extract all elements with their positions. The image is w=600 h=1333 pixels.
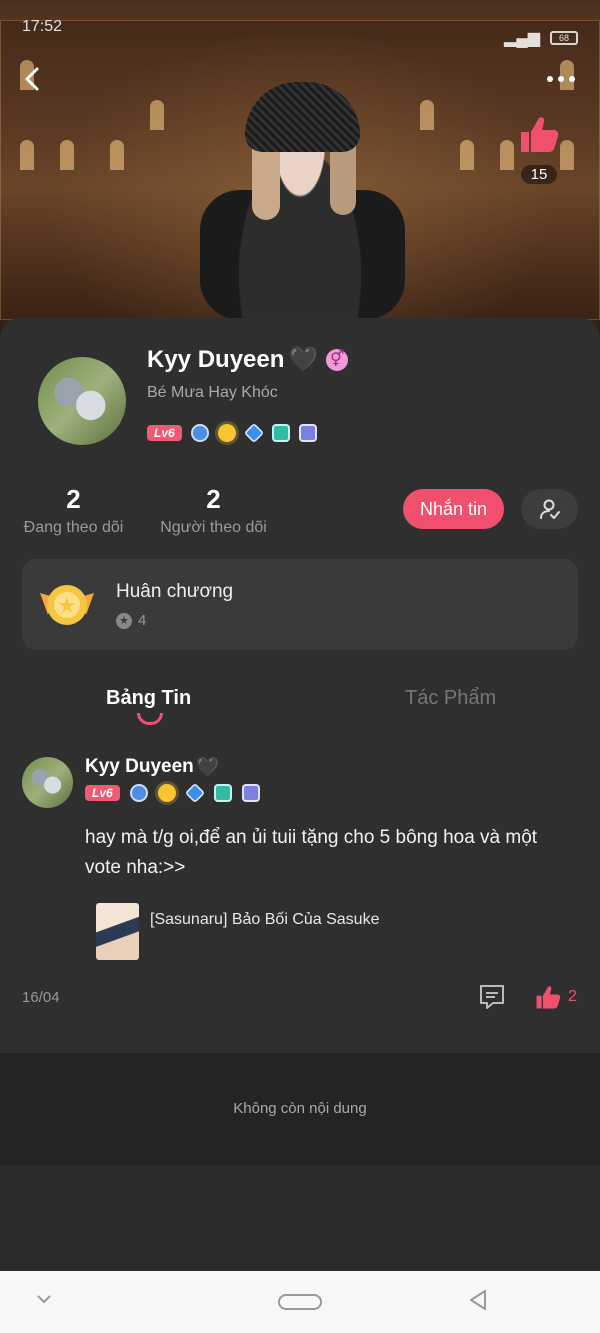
gender-icon: ⚥	[326, 348, 349, 371]
back-button[interactable]	[18, 64, 48, 94]
shield-purple-badge-icon	[241, 784, 260, 802]
chevron-left-icon	[25, 67, 39, 91]
user-follow-icon	[539, 499, 560, 519]
medal-icon	[40, 585, 94, 625]
message-button[interactable]: Nhắn tin	[403, 489, 504, 529]
followers-stat[interactable]: 2 Người theo dõi	[158, 484, 269, 537]
shield-blue-badge-icon	[184, 782, 205, 804]
more-dots-icon	[547, 76, 575, 82]
level-badge: Lv6	[147, 425, 182, 441]
profile-subtitle: Bé Mưa Hay Khóc	[147, 384, 278, 401]
signal-icon: ▂▄▆	[504, 30, 540, 47]
tab-works[interactable]: Tác Phẩm	[405, 687, 496, 710]
chevron-down-icon	[37, 1295, 51, 1304]
star-icon: ★	[116, 612, 132, 629]
status-time: 17:52	[22, 18, 63, 35]
following-count: 2	[66, 484, 81, 514]
post-like-count: 2	[568, 988, 577, 1005]
level-badge: Lv6	[85, 785, 120, 801]
post-author-badges: Lv6	[85, 782, 260, 804]
post-text: hay mà t/g oi,để an ủi tuii tặng cho 5 b…	[85, 827, 538, 878]
nav-back-button[interactable]	[468, 1289, 488, 1317]
shield-teal-badge-icon	[271, 424, 290, 442]
followers-label: Người theo dõi	[160, 519, 267, 536]
profile-name: Kyy Duyeen 🖤 ⚥	[147, 345, 349, 374]
avatar[interactable]	[38, 357, 126, 445]
post-date: 16/04	[22, 989, 60, 1006]
water-badge-icon	[190, 424, 209, 442]
status-bar: 17:52 ▂▄▆ 68	[0, 0, 600, 58]
book-cover-image[interactable]	[96, 903, 139, 960]
post-author-text: Kyy Duyeen	[85, 756, 194, 777]
profile-name-text: Kyy Duyeen	[147, 345, 285, 373]
black-heart-icon: 🖤	[288, 346, 319, 373]
comment-icon[interactable]	[478, 983, 506, 1011]
black-heart-icon: 🖤	[195, 757, 220, 778]
more-options-button[interactable]	[544, 64, 578, 94]
post-author-name[interactable]: Kyy Duyeen 🖤	[85, 755, 219, 779]
nav-collapse-button[interactable]	[36, 1291, 52, 1309]
medal-count-value: 4	[138, 612, 147, 629]
following-label: Đang theo dõi	[23, 519, 124, 536]
book-title-link[interactable]: [Sasunaru] Bảo Bối Của Sasuke	[150, 911, 379, 929]
nav-home-button[interactable]	[278, 1294, 322, 1310]
sun-badge-icon	[157, 784, 176, 802]
battery-icon: 68	[550, 31, 578, 45]
shield-purple-badge-icon	[298, 424, 317, 442]
tab-news-feed[interactable]: Bảng Tin	[106, 687, 191, 710]
profile-like-count: 15	[520, 165, 558, 184]
shield-blue-badge-icon	[243, 422, 264, 444]
profile-badges: Lv6	[147, 422, 317, 444]
post-like-button[interactable]: 2	[534, 983, 577, 1011]
end-of-content-text: Không còn nội dung	[233, 1100, 367, 1117]
water-badge-icon	[129, 784, 148, 802]
thumbs-up-icon	[521, 117, 559, 152]
triangle-back-icon	[470, 1290, 486, 1310]
medal-count: ★ 4	[116, 612, 146, 629]
sun-badge-icon	[217, 424, 236, 442]
following-stat[interactable]: 2 Đang theo dõi	[22, 484, 125, 537]
followers-count: 2	[206, 484, 221, 514]
thumbs-up-icon	[536, 986, 561, 1009]
follow-button[interactable]	[521, 489, 578, 529]
medal-card[interactable]	[22, 559, 578, 650]
medal-title: Huân chương	[116, 581, 234, 602]
shield-teal-badge-icon	[213, 784, 232, 802]
profile-like-button[interactable]: 15	[514, 112, 564, 187]
post-author-avatar[interactable]	[22, 757, 73, 808]
